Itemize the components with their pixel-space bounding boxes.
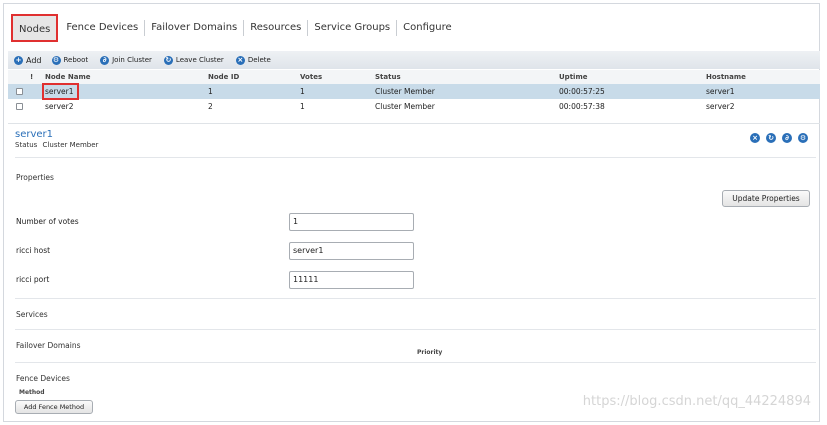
tab-bar: Nodes Fence Devices Failover Domains Res… bbox=[11, 12, 458, 44]
node-detail-panel: server1 Status Cluster Member × ↻ ∂ ⚙ Pr… bbox=[8, 123, 820, 423]
priority-header: Priority bbox=[417, 349, 443, 356]
reboot-label: Reboot bbox=[63, 56, 89, 64]
delete-icon[interactable]: × bbox=[750, 133, 760, 143]
status-label: Status bbox=[15, 141, 38, 149]
reboot-button[interactable]: ⚙ Reboot bbox=[51, 55, 89, 65]
node-hostname: server2 bbox=[706, 102, 735, 111]
tab-fence-devices[interactable]: Fence Devices bbox=[60, 20, 146, 36]
leave-cluster-label: Leave Cluster bbox=[175, 56, 224, 64]
node-status: Cluster Member bbox=[375, 102, 435, 111]
status-value: Cluster Member bbox=[42, 141, 99, 149]
delete-button[interactable]: × Delete bbox=[235, 55, 271, 65]
table-row[interactable]: server2 2 1 Cluster Member 00:00:57:38 s… bbox=[8, 99, 820, 114]
refresh-icon[interactable]: ↻ bbox=[766, 133, 776, 143]
node-hostname: server1 bbox=[706, 87, 735, 96]
divider bbox=[15, 362, 816, 363]
update-properties-button[interactable]: Update Properties bbox=[722, 190, 810, 207]
ricci-port-label: ricci port bbox=[16, 275, 50, 284]
col-status[interactable]: Status bbox=[375, 73, 559, 81]
refresh-icon: ↻ bbox=[163, 55, 173, 65]
col-uptime[interactable]: Uptime bbox=[559, 73, 706, 81]
nodes-toolbar: + Add ⚙ Reboot ∂ Join Cluster ↻ Leave Cl… bbox=[8, 51, 820, 69]
node-id: 1 bbox=[208, 87, 213, 96]
col-hostname[interactable]: Hostname bbox=[706, 73, 820, 81]
join-cluster-label: Join Cluster bbox=[112, 56, 152, 64]
node-id: 2 bbox=[208, 102, 213, 111]
col-node-id[interactable]: Node ID bbox=[208, 73, 300, 81]
node-uptime: 00:00:57:38 bbox=[559, 102, 605, 111]
method-header: Method bbox=[19, 389, 45, 396]
table-row[interactable]: server1 1 1 Cluster Member 00:00:57:25 s… bbox=[8, 83, 820, 100]
tab-service-groups[interactable]: Service Groups bbox=[308, 20, 398, 36]
delete-icon: × bbox=[235, 55, 245, 65]
divider bbox=[15, 329, 816, 330]
node-title: server1 bbox=[15, 129, 54, 140]
join-cluster-button[interactable]: ∂ Join Cluster bbox=[100, 55, 152, 65]
add-button[interactable]: + Add bbox=[14, 55, 42, 65]
link-icon: ∂ bbox=[100, 55, 110, 65]
leave-cluster-button[interactable]: ↻ Leave Cluster bbox=[163, 55, 224, 65]
luci-cluster-panel: Nodes Fence Devices Failover Domains Res… bbox=[3, 3, 820, 422]
ricci-port-input[interactable]: 11111 bbox=[289, 271, 414, 289]
services-title: Services bbox=[16, 310, 48, 319]
gear-icon[interactable]: ⚙ bbox=[798, 133, 808, 143]
divider bbox=[15, 298, 816, 299]
watermark: https://blog.csdn.net/qq_44224894 bbox=[582, 394, 811, 409]
tab-resources[interactable]: Resources bbox=[244, 20, 309, 36]
votes-label: Number of votes bbox=[16, 217, 79, 226]
node-status: Cluster Member bbox=[375, 87, 435, 96]
col-node-name[interactable]: Node Name bbox=[45, 73, 208, 81]
fence-devices-title: Fence Devices bbox=[16, 374, 70, 383]
votes-input[interactable]: 1 bbox=[289, 213, 414, 231]
node-name[interactable]: server1 bbox=[42, 83, 79, 100]
node-votes: 1 bbox=[300, 102, 305, 111]
node-votes: 1 bbox=[300, 87, 305, 96]
delete-label: Delete bbox=[247, 56, 271, 64]
node-action-icons: × ↻ ∂ ⚙ bbox=[744, 133, 808, 143]
node-uptime: 00:00:57:25 bbox=[559, 87, 605, 96]
failover-domains-title: Failover Domains bbox=[16, 341, 81, 350]
properties-title: Properties bbox=[16, 173, 54, 182]
tab-failover-domains[interactable]: Failover Domains bbox=[145, 20, 245, 36]
link-icon[interactable]: ∂ bbox=[782, 133, 792, 143]
row-checkbox[interactable] bbox=[16, 88, 23, 95]
col-alert: ! bbox=[30, 73, 34, 81]
ricci-host-label: ricci host bbox=[16, 246, 51, 255]
add-fence-method-button[interactable]: Add Fence Method bbox=[15, 400, 93, 414]
divider bbox=[15, 157, 816, 158]
tab-nodes[interactable]: Nodes bbox=[11, 14, 59, 42]
plus-icon: + bbox=[14, 55, 23, 65]
node-status-line: Status Cluster Member bbox=[15, 141, 98, 149]
gear-icon: ⚙ bbox=[51, 55, 61, 65]
row-checkbox[interactable] bbox=[16, 103, 23, 110]
table-header: ! Node Name Node ID Votes Status Uptime … bbox=[8, 70, 820, 84]
add-label: Add bbox=[26, 55, 42, 65]
tab-configure[interactable]: Configure bbox=[397, 20, 457, 36]
nodes-table: ! Node Name Node ID Votes Status Uptime … bbox=[8, 70, 820, 114]
node-name[interactable]: server2 bbox=[45, 102, 208, 111]
col-votes[interactable]: Votes bbox=[300, 73, 375, 81]
ricci-host-input[interactable]: server1 bbox=[289, 242, 414, 260]
